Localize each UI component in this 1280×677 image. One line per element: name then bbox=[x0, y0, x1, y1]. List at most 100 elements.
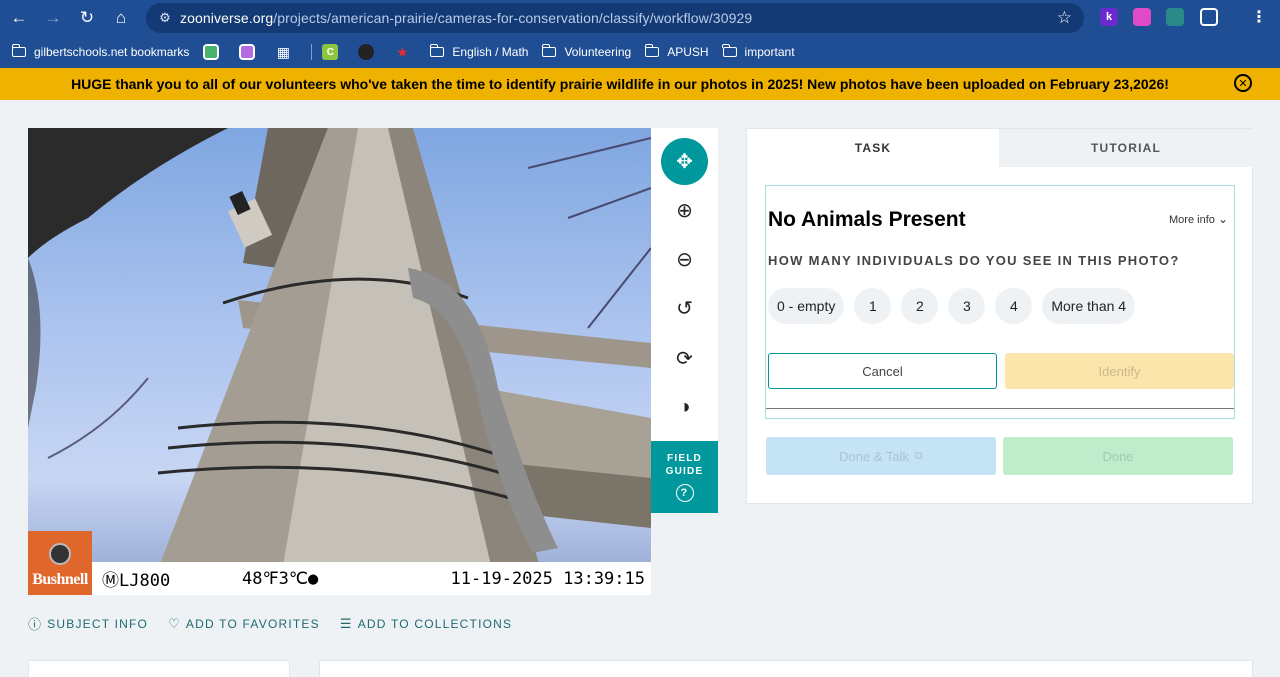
forward-icon[interactable]: → bbox=[38, 3, 68, 33]
bookmark-folder-volunteering[interactable]: Volunteering bbox=[541, 44, 632, 59]
extension-camera-icon[interactable] bbox=[1166, 8, 1184, 26]
folder-icon bbox=[722, 44, 737, 57]
image-toolbar: ✥ ⊕ ⊖ ↺ ⟳ ◑ FIELD GUIDE ? bbox=[651, 128, 718, 513]
external-link-icon: ⧉ bbox=[915, 449, 923, 462]
folder-icon bbox=[11, 44, 26, 57]
cancel-button[interactable]: Cancel bbox=[768, 353, 997, 389]
reload-icon[interactable]: ↻ bbox=[72, 3, 102, 33]
task-box: No Animals Present More info ⌄ HOW MANY … bbox=[765, 185, 1235, 419]
c-app-icon: C bbox=[322, 44, 339, 60]
zoom-in-icon[interactable]: ⊕ bbox=[661, 187, 708, 234]
task-panel: TASK TUTORIAL No Animals Present More in… bbox=[746, 128, 1253, 504]
identify-button[interactable]: Identify bbox=[1005, 353, 1234, 389]
more-info-button[interactable]: More info ⌄ bbox=[1169, 212, 1228, 226]
camera-timestamp: 11-19-2025 13:39:15 bbox=[450, 568, 645, 589]
add-to-collections-button[interactable]: ☰ ADD TO COLLECTIONS bbox=[340, 616, 512, 632]
answer-0-empty[interactable]: 0 - empty bbox=[768, 288, 845, 324]
extension-k-icon[interactable]: k bbox=[1100, 8, 1118, 26]
address-bar[interactable]: ⚙ zooniverse.org/projects/american-prair… bbox=[146, 3, 1084, 33]
back-icon[interactable]: ← bbox=[4, 3, 34, 33]
favorites-label: ADD TO FAVORITES bbox=[185, 616, 320, 631]
close-icon[interactable]: ✕ bbox=[1234, 74, 1252, 92]
bookmark-c-app[interactable]: C bbox=[322, 44, 344, 60]
bookmark-folder-apush[interactable]: APUSH bbox=[644, 44, 709, 59]
extensions-puzzle-icon[interactable] bbox=[1200, 8, 1218, 26]
lower-card-left bbox=[28, 660, 290, 677]
brand-emblem-icon bbox=[49, 543, 71, 565]
invert-icon[interactable]: ◑ bbox=[661, 384, 708, 431]
done-and-talk-button[interactable]: Done & Talk ⧉ bbox=[766, 437, 996, 475]
folder-icon bbox=[541, 44, 557, 57]
bookmark-dark-app[interactable] bbox=[358, 44, 380, 60]
info-icon: ⓘ bbox=[28, 617, 43, 632]
bookmark-star-icon[interactable]: ☆ bbox=[1057, 8, 1072, 28]
lower-card-right bbox=[319, 660, 1253, 677]
bookmark-label: English / Math bbox=[452, 45, 529, 59]
zoom-out-icon[interactable]: ⊖ bbox=[661, 236, 708, 283]
list-icon: ☰ bbox=[339, 615, 353, 631]
camera-model: ⓂLJ800 bbox=[102, 571, 171, 591]
tab-tutorial[interactable]: TUTORIAL bbox=[999, 129, 1253, 167]
subject-image[interactable]: ⓂLJ800 48℉3℃● 11-19-2025 13:39:15 Bushne… bbox=[28, 128, 651, 595]
field-guide-label: FIELD bbox=[667, 453, 702, 464]
add-to-favorites-button[interactable]: ♡ ADD TO FAVORITES bbox=[168, 616, 320, 632]
answer-2[interactable]: 2 bbox=[901, 288, 939, 324]
answer-more-than-4[interactable]: More than 4 bbox=[1042, 288, 1136, 324]
collections-label: ADD TO COLLECTIONS bbox=[357, 616, 513, 631]
bookmarks-bar: gilbertschools.net bookmarks ▦ C ★ Engli… bbox=[0, 36, 1280, 68]
reset-icon[interactable]: ⟳ bbox=[661, 335, 708, 382]
bookmark-folder-important[interactable]: important bbox=[722, 44, 795, 59]
bookmark-label: Volunteering bbox=[564, 45, 632, 59]
tab-task[interactable]: TASK bbox=[747, 129, 999, 167]
bookmark-folder-english-math[interactable]: English / Math bbox=[429, 44, 529, 59]
subject-actions: ⓘ SUBJECT INFO ♡ ADD TO FAVORITES ☰ ADD … bbox=[28, 614, 532, 633]
menu-kebab-icon[interactable]: ⋮ bbox=[1250, 8, 1268, 26]
extension-video-icon[interactable] bbox=[1133, 8, 1151, 26]
camera-info-bar: ⓂLJ800 48℉3℃● 11-19-2025 13:39:15 bbox=[28, 562, 651, 595]
subject-info-button[interactable]: ⓘ SUBJECT INFO bbox=[28, 614, 148, 633]
field-guide-label: GUIDE bbox=[665, 466, 704, 477]
heart-icon: ♡ bbox=[168, 615, 181, 631]
bookmark-folder-gilbertschools[interactable]: gilbertschools.net bookmarks bbox=[11, 44, 190, 59]
answer-4[interactable]: 4 bbox=[995, 288, 1033, 324]
dark-app-icon bbox=[358, 44, 375, 60]
folder-icon bbox=[644, 44, 660, 57]
done-talk-label: Done & Talk bbox=[839, 448, 909, 464]
trail-camera-photo bbox=[28, 128, 651, 595]
url-text: zooniverse.org/projects/american-prairie… bbox=[180, 10, 753, 26]
folder-icon bbox=[429, 44, 445, 57]
purple-app-icon bbox=[239, 44, 256, 60]
bookmark-purple-app[interactable] bbox=[239, 44, 261, 60]
bookmark-label: important bbox=[744, 45, 795, 59]
divider bbox=[766, 408, 1234, 409]
browser-toolbar: ← → ↻ ⌂ ⚙ zooniverse.org/projects/americ… bbox=[0, 0, 1280, 36]
chevron-down-icon: ⌄ bbox=[1217, 212, 1228, 226]
bookmark-label: APUSH bbox=[667, 45, 709, 59]
green-app-icon bbox=[203, 44, 220, 60]
answer-3[interactable]: 3 bbox=[948, 288, 986, 324]
subject-info-label: SUBJECT INFO bbox=[47, 616, 149, 631]
camera-temperature: 48℉3℃● bbox=[242, 568, 319, 589]
move-icon[interactable]: ✥ bbox=[661, 138, 708, 185]
bookmark-apps-grid[interactable]: ▦ bbox=[275, 44, 297, 60]
camera-brand-logo: Bushnell bbox=[28, 531, 92, 595]
bookmark-label: gilbertschools.net bookmarks bbox=[34, 45, 190, 59]
bookmark-green-app[interactable] bbox=[203, 44, 225, 60]
home-icon[interactable]: ⌂ bbox=[106, 3, 136, 33]
help-icon: ? bbox=[675, 484, 694, 502]
announcement-banner: HUGE thank you to all of our volunteers … bbox=[0, 68, 1280, 100]
field-guide-button[interactable]: FIELD GUIDE ? bbox=[651, 441, 718, 513]
announcement-text: HUGE thank you to all of our volunteers … bbox=[71, 76, 1169, 92]
task-question: HOW MANY INDIVIDUALS DO YOU SEE IN THIS … bbox=[768, 253, 1180, 268]
bookmark-star-app[interactable]: ★ bbox=[394, 44, 416, 60]
rotate-icon[interactable]: ↺ bbox=[661, 285, 708, 332]
brand-name: Bushnell bbox=[32, 571, 88, 588]
done-button[interactable]: Done bbox=[1003, 437, 1233, 475]
task-title: No Animals Present bbox=[768, 208, 966, 231]
site-info-icon[interactable]: ⚙ bbox=[150, 10, 180, 26]
answer-options: 0 - empty 1 2 3 4 More than 4 bbox=[768, 288, 1145, 324]
bookmark-separator bbox=[311, 44, 313, 60]
answer-1[interactable]: 1 bbox=[854, 288, 892, 324]
red-star-icon: ★ bbox=[396, 43, 409, 60]
apps-grid-icon: ▦ bbox=[276, 43, 291, 60]
